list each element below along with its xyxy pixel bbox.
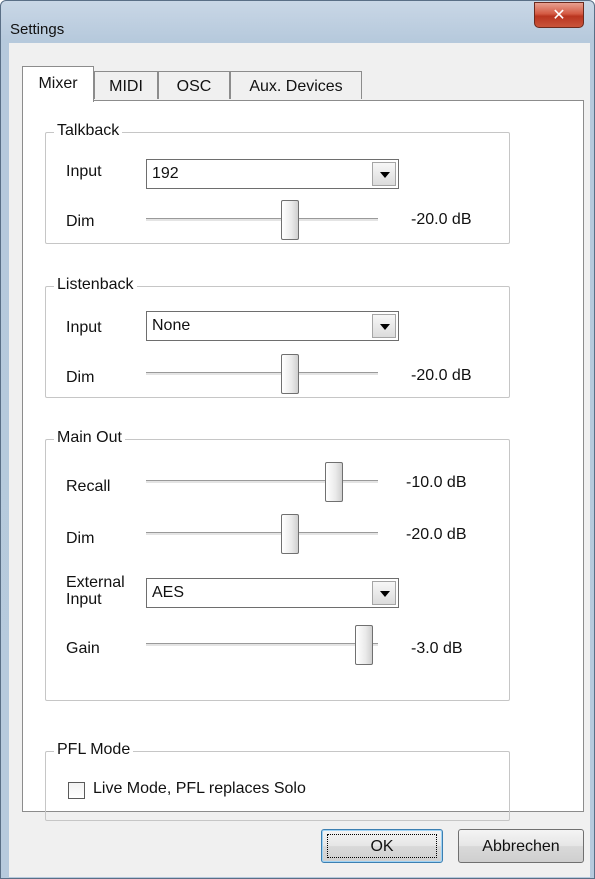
main-out-group: Main Out Recall -10.0 dB Dim -20.0 dB Ex… (45, 429, 510, 701)
dialog-client-area: Mixer MIDI OSC Aux. Devices Talkback Inp… (9, 43, 590, 877)
listenback-group-title: Listenback (54, 276, 137, 294)
main-out-gain-slider[interactable] (146, 625, 378, 665)
pfl-mode-group: PFL Mode Live Mode, PFL replaces Solo (45, 741, 510, 821)
close-icon: ✕ (552, 7, 566, 24)
slider-track (146, 218, 378, 222)
main-out-gain-label: Gain (66, 640, 100, 657)
chevron-down-icon[interactable] (372, 314, 396, 338)
slider-track (146, 532, 378, 536)
slider-thumb[interactable] (324, 462, 343, 502)
listenback-input-value: None (152, 317, 191, 334)
chevron-down-icon[interactable] (372, 162, 396, 186)
talkback-dim-value: -20.0 dB (411, 211, 472, 228)
main-out-dim-label: Dim (66, 530, 95, 547)
slider-track (146, 643, 378, 647)
main-out-gain-value: -3.0 dB (411, 640, 463, 657)
close-button[interactable]: ✕ (534, 2, 584, 28)
window-title: Settings (10, 21, 65, 38)
talkback-input-select[interactable]: 192 (146, 159, 399, 189)
slider-thumb[interactable] (355, 625, 374, 665)
listenback-dim-label: Dim (66, 369, 95, 386)
ok-button[interactable]: OK (321, 829, 443, 863)
pfl-mode-group-title: PFL Mode (54, 741, 134, 759)
live-mode-checkbox-label[interactable]: Live Mode, PFL replaces Solo (93, 780, 306, 798)
ok-button-label: OK (370, 838, 394, 855)
slider-track (146, 480, 378, 484)
talkback-group-title: Talkback (54, 122, 123, 140)
talkback-input-label: Input (66, 163, 102, 180)
talkback-input-value: 192 (152, 165, 179, 182)
tab-aux-devices[interactable]: Aux. Devices (230, 71, 362, 99)
main-out-external-input-value: AES (152, 584, 185, 601)
settings-window: Settings ✕ Mixer MIDI OSC Aux. Devices T… (0, 0, 595, 879)
listenback-input-select[interactable]: None (146, 311, 399, 341)
talkback-group: Talkback Input 192 Dim -20.0 dB (45, 122, 510, 244)
slider-thumb[interactable] (280, 514, 299, 554)
tab-midi[interactable]: MIDI (94, 71, 158, 99)
listenback-group: Listenback Input None Dim -20.0 dB (45, 276, 510, 398)
slider-thumb[interactable] (280, 200, 299, 240)
main-out-dim-value: -20.0 dB (406, 526, 467, 543)
title-bar[interactable]: Settings ✕ (1, 1, 594, 43)
cancel-button-label: Abbrechen (482, 838, 560, 855)
listenback-input-label: Input (66, 319, 102, 336)
live-mode-checkbox[interactable] (68, 782, 85, 799)
main-out-external-input-label: External Input (66, 574, 125, 608)
main-out-recall-value: -10.0 dB (406, 474, 467, 491)
main-out-group-title: Main Out (54, 429, 125, 447)
tab-mixer[interactable]: Mixer (22, 66, 94, 102)
talkback-dim-slider[interactable] (146, 200, 378, 240)
talkback-dim-label: Dim (66, 213, 95, 230)
chevron-down-icon[interactable] (372, 581, 396, 605)
listenback-dim-value: -20.0 dB (411, 367, 472, 384)
main-out-dim-slider[interactable] (146, 514, 378, 554)
listenback-dim-slider[interactable] (146, 354, 378, 394)
main-out-external-input-select[interactable]: AES (146, 578, 399, 608)
cancel-button[interactable]: Abbrechen (458, 829, 584, 863)
mixer-tab-panel: Talkback Input 192 Dim -20.0 dB Listenba… (22, 100, 584, 821)
external-label-line1: External (66, 574, 125, 591)
external-label-line2: Input (66, 591, 102, 608)
main-out-recall-slider[interactable] (146, 462, 378, 502)
slider-track (146, 372, 378, 376)
slider-thumb[interactable] (280, 354, 299, 394)
tab-osc[interactable]: OSC (158, 71, 230, 99)
main-out-recall-label: Recall (66, 478, 111, 495)
